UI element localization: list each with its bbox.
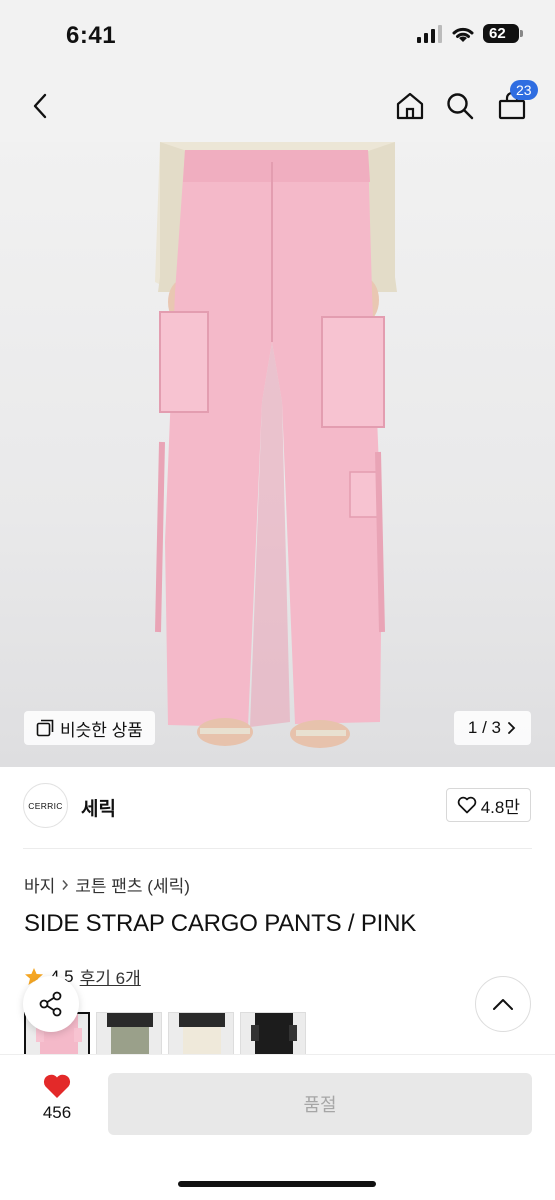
home-icon	[396, 92, 424, 120]
share-button[interactable]	[23, 976, 79, 1032]
chevron-right-icon	[62, 879, 69, 890]
similar-items-icon	[36, 719, 54, 737]
product-image-carousel[interactable]: 비슷한 상품 1 / 3	[0, 142, 555, 767]
signal-icon	[417, 24, 442, 43]
scroll-top-button[interactable]	[475, 976, 531, 1032]
cart-button[interactable]: 23	[492, 80, 538, 126]
search-button[interactable]	[440, 86, 480, 126]
status-time: 6:41	[66, 22, 117, 49]
breadcrumb-category[interactable]: 바지	[24, 872, 55, 897]
wifi-icon	[452, 27, 474, 42]
chevron-left-icon	[33, 93, 47, 119]
bottom-action-bar: 456 품절	[0, 1054, 555, 1200]
battery-indicator: 62	[483, 24, 523, 43]
home-button[interactable]	[390, 86, 430, 126]
share-icon	[39, 991, 62, 1017]
brand-like-count: 4.8만	[480, 797, 520, 817]
similar-products-button[interactable]: 비슷한 상품	[24, 711, 155, 745]
product-photo	[155, 142, 397, 748]
search-icon	[447, 93, 474, 120]
review-count-link[interactable]: 후기 6개	[80, 964, 141, 989]
product-title: SIDE STRAP CARGO PANTS / PINK	[24, 910, 417, 937]
heart-filled-icon	[43, 1074, 71, 1098]
sold-out-button[interactable]: 품절	[108, 1073, 532, 1135]
page-counter-text: 1 / 3	[467, 718, 501, 737]
brand-logo[interactable]: CERRIC	[23, 783, 68, 828]
top-nav-bar: 23	[0, 70, 555, 142]
chevron-up-icon	[493, 999, 513, 1010]
back-button[interactable]	[20, 86, 60, 126]
cart-count-badge: 23	[510, 80, 538, 100]
brand-row: CERRIC 세릭 4.8만	[0, 778, 555, 838]
status-bar: 6:41 62	[0, 0, 555, 70]
similar-products-label: 비슷한 상품	[60, 720, 143, 740]
breadcrumb: 바지 코튼 팬츠 (세릭)	[24, 872, 190, 897]
wishlist-count: 456	[42, 1103, 72, 1122]
home-indicator	[178, 1181, 376, 1187]
chevron-right-icon	[508, 722, 516, 734]
image-page-counter[interactable]: 1 / 3	[453, 711, 531, 745]
status-icons: 62	[417, 24, 523, 43]
heart-outline-icon	[457, 796, 476, 814]
brand-name[interactable]: 세릭	[81, 794, 116, 821]
wishlist-button[interactable]: 456	[22, 1073, 92, 1123]
brand-like-button[interactable]: 4.8만	[445, 788, 531, 822]
breadcrumb-subcategory[interactable]: 코튼 팬츠 (세릭)	[75, 872, 190, 897]
section-divider	[23, 848, 532, 849]
